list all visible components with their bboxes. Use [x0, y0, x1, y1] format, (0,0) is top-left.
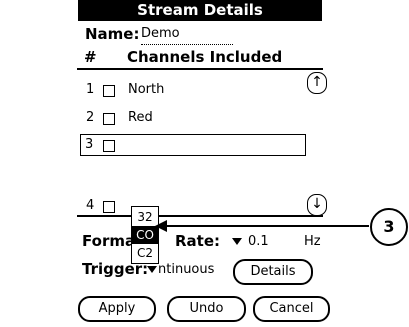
row-number: 3: [85, 137, 94, 152]
row-number: 2: [86, 110, 95, 125]
format-option[interactable]: C2: [132, 244, 158, 262]
trigger-dropdown-arrow-icon[interactable]: [147, 266, 157, 273]
table-top-rule: [77, 68, 323, 70]
row-channel: Red: [128, 110, 153, 125]
cancel-button[interactable]: Cancel: [253, 296, 330, 322]
arrow-down-icon: ↓: [311, 196, 323, 212]
details-button[interactable]: Details: [233, 259, 313, 285]
row-checkbox[interactable]: [103, 201, 115, 213]
row-checkbox[interactable]: [103, 85, 115, 97]
scroll-up-button[interactable]: ↑: [307, 72, 327, 94]
row-checkbox[interactable]: [103, 113, 115, 125]
name-label: Name:: [85, 25, 140, 43]
row-number: 4: [86, 198, 95, 213]
apply-button[interactable]: Apply: [78, 296, 156, 322]
trigger-value[interactable]: ntinuous: [158, 262, 214, 277]
column-header-number: #: [84, 48, 97, 66]
undo-button[interactable]: Undo: [167, 296, 246, 322]
row-checkbox[interactable]: [103, 140, 115, 152]
name-field-underline: [141, 44, 233, 45]
arrow-up-icon: ↑: [311, 74, 323, 90]
column-header-channels: Channels Included: [127, 48, 283, 66]
table-row[interactable]: 2 Red: [84, 108, 304, 128]
window-title: Stream Details: [78, 0, 322, 21]
callout-pointer: [155, 220, 369, 232]
row-number: 1: [86, 82, 95, 97]
table-row[interactable]: 1 North: [84, 80, 304, 100]
callout-number-badge: 3: [370, 208, 408, 246]
table-row-selected[interactable]: 3: [80, 134, 306, 156]
row-channel: North: [128, 82, 165, 97]
name-field[interactable]: Demo: [141, 26, 180, 41]
